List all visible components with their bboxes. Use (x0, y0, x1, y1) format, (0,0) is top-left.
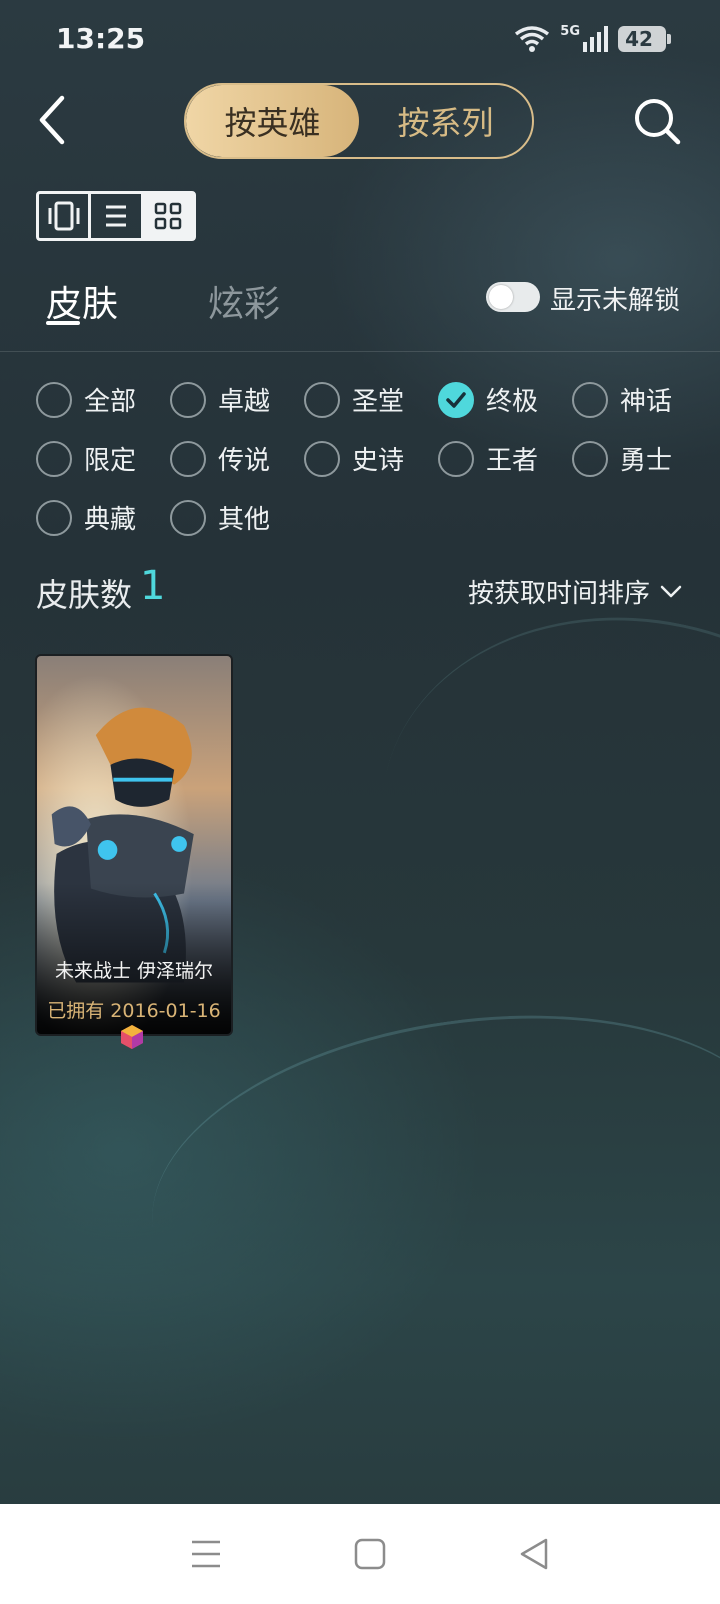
skin-count-value: 1 (140, 563, 166, 609)
radio-checked-icon (438, 381, 474, 418)
filter-king[interactable]: 王者 (438, 440, 538, 477)
radio-icon (36, 381, 72, 418)
filter-epic-tier[interactable]: 卓越 (170, 381, 270, 418)
radio-icon (36, 440, 72, 477)
filter-label: 其他 (218, 505, 271, 535)
status-time: 13:25 (56, 22, 146, 55)
filter-ultimate[interactable]: 终极 (438, 381, 538, 418)
radio-icon (304, 381, 340, 418)
filter-hall[interactable]: 圣堂 (304, 381, 404, 418)
radio-icon (170, 499, 206, 536)
segment-by-hero[interactable]: 按英雄 (186, 85, 359, 157)
filter-label: 圣堂 (352, 387, 405, 417)
radio-icon (36, 499, 72, 536)
radio-icon (438, 440, 474, 477)
radio-icon (170, 440, 206, 477)
filter-other[interactable]: 其他 (170, 499, 270, 536)
skin-count-label: 皮肤数 (36, 576, 133, 614)
menu-icon[interactable] (184, 1532, 228, 1576)
filter-mythic[interactable]: 神话 (572, 381, 672, 418)
home-icon[interactable] (348, 1532, 392, 1576)
background-swirl (342, 570, 720, 1090)
sort-label: 按获取时间排序 (468, 579, 651, 609)
filter-warrior[interactable]: 勇士 (572, 440, 672, 477)
chevron-down-icon (660, 585, 682, 597)
filter-label: 典藏 (84, 505, 137, 535)
show-locked-label: 显示未解锁 (550, 286, 681, 316)
status-icons: 5G 42 (512, 24, 671, 54)
card-view-icon (48, 201, 80, 231)
grid-view-button[interactable] (140, 194, 193, 238)
rarity-gem-icon (121, 1025, 143, 1049)
filter-label: 史诗 (352, 446, 405, 476)
grid-view-icon (155, 202, 182, 230)
filter-label: 神话 (620, 387, 673, 417)
checkmark-icon (446, 391, 466, 408)
radio-icon (304, 440, 340, 477)
radio-icon (170, 381, 206, 418)
battery-level: 42 (625, 27, 653, 51)
filter-epic[interactable]: 史诗 (304, 440, 404, 477)
view-mode-segmented-control: 按英雄 按系列 (184, 83, 534, 159)
filter-label: 王者 (486, 446, 539, 476)
filter-label: 卓越 (218, 387, 271, 417)
layout-toggle (36, 191, 196, 241)
filter-label: 全部 (84, 387, 137, 417)
skin-owned-date: 已拥有 2016-01-16 (47, 1000, 221, 1022)
filter-limited[interactable]: 限定 (36, 440, 136, 477)
list-view-icon (105, 205, 126, 227)
show-locked-toggle[interactable] (486, 282, 540, 312)
segment-by-series[interactable]: 按系列 (359, 85, 532, 157)
divider (0, 351, 720, 352)
search-icon[interactable] (632, 96, 684, 148)
radio-icon (572, 440, 608, 477)
radio-icon (572, 381, 608, 418)
card-view-button[interactable] (39, 194, 88, 238)
wifi-icon (515, 26, 550, 52)
filter-label: 终极 (486, 387, 539, 417)
tab-chromas[interactable]: 炫彩 (208, 275, 280, 327)
signal-icon (583, 26, 608, 52)
filter-label: 传说 (218, 446, 271, 476)
skin-name: 未来战士 伊泽瑞尔 (54, 960, 214, 982)
tab-skins[interactable]: 皮肤 (46, 275, 118, 327)
battery-icon: 42 (618, 26, 671, 52)
filter-prestige[interactable]: 典藏 (36, 499, 136, 536)
filter-all[interactable]: 全部 (36, 381, 136, 418)
sort-dropdown[interactable]: 按获取时间排序 (468, 573, 682, 610)
active-tab-indicator (46, 321, 80, 325)
filter-label: 勇士 (620, 446, 673, 476)
back-triangle-icon[interactable] (512, 1532, 556, 1576)
network-type: 5G (560, 24, 580, 39)
system-nav-bar (0, 1504, 720, 1604)
skin-card[interactable]: 未来战士 伊泽瑞尔 已拥有 2016-01-16 (35, 654, 233, 1036)
back-icon[interactable] (32, 92, 76, 148)
filter-label: 限定 (84, 446, 137, 476)
filter-legendary[interactable]: 传说 (170, 440, 270, 477)
list-view-button[interactable] (88, 194, 140, 238)
